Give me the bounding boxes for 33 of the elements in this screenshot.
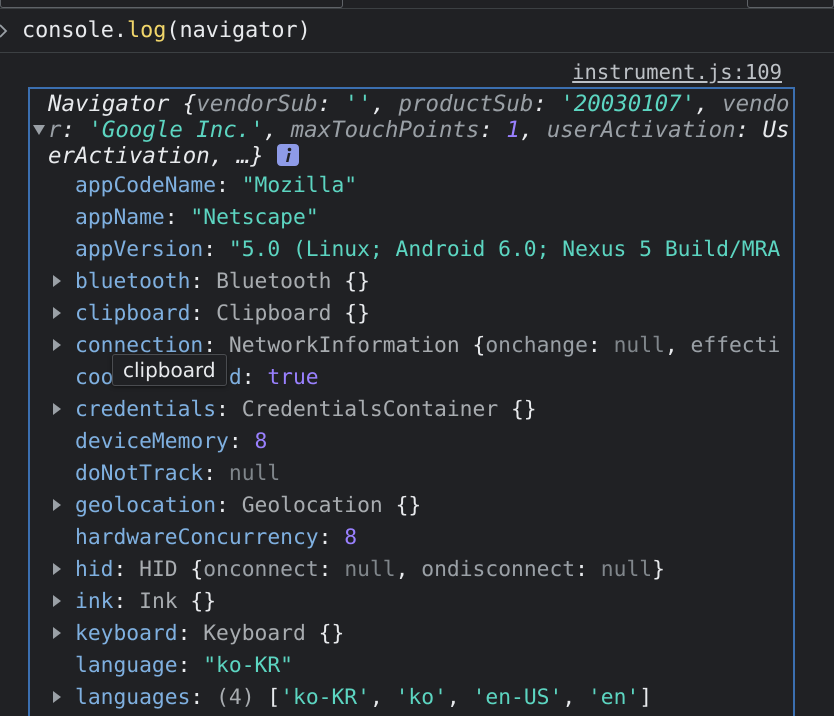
property-entry: geolocation: Geolocation {}	[75, 492, 422, 518]
property-entry: languages: (4) ['ko-KR', 'ko', 'en-US', 'en']	[75, 684, 652, 710]
console-command: console.log(navigator)	[22, 18, 311, 43]
expand-arrow-icon[interactable]	[52, 338, 62, 352]
expand-arrow-icon[interactable]	[32, 124, 46, 136]
property-entry: credentials: CredentialsContainer {}	[75, 396, 537, 422]
property-entry: ink: Ink {}	[75, 588, 216, 614]
expand-arrow-icon[interactable]	[52, 626, 62, 640]
property-entry: appVersion: "5.0 (Linux; Android 6.0; Nexus 5 Build/MRA	[75, 236, 780, 262]
property-entry: language: "ko-KR"	[75, 652, 293, 678]
expand-arrow-icon[interactable]	[52, 402, 62, 416]
source-link[interactable]: instrument.js:109	[572, 60, 782, 87]
property-name: coo	[75, 364, 114, 390]
object-summary[interactable]: Navigator {vendorSub: '', productSub: '20030107', vendor: 'Google Inc.', maxTouchPoints: 1, userActivation: UserActivation, …}	[48, 91, 793, 169]
tooltip: clipboard	[112, 354, 227, 386]
prompt-chevron-icon	[0, 24, 8, 38]
property-entry: keyboard: Keyboard {}	[75, 620, 344, 646]
expand-arrow-icon[interactable]	[52, 690, 62, 704]
property-entry: deviceMemory: 8	[75, 428, 268, 454]
property-entry: appCodeName: "Mozilla"	[75, 172, 358, 198]
expand-arrow-icon[interactable]	[52, 562, 62, 576]
property-entry: hardwareConcurrency: 8	[75, 524, 358, 550]
expand-arrow-icon[interactable]	[52, 498, 62, 512]
property-entry: d: true	[228, 364, 319, 390]
expand-arrow-icon[interactable]	[52, 306, 62, 320]
property-entry: doNotTrack: null	[75, 460, 280, 486]
property-entry: appName: "Netscape"	[75, 204, 319, 230]
property-entry: hid: HID {onconnect: null, ondisconnect: null}	[75, 556, 665, 582]
expand-arrow-icon[interactable]	[52, 594, 62, 608]
info-icon[interactable]	[277, 144, 300, 166]
property-entry: bluetooth: Bluetooth {}	[75, 268, 370, 294]
property-entry: clipboard: Clipboard {}	[75, 300, 370, 326]
expand-arrow-icon[interactable]	[52, 274, 62, 288]
